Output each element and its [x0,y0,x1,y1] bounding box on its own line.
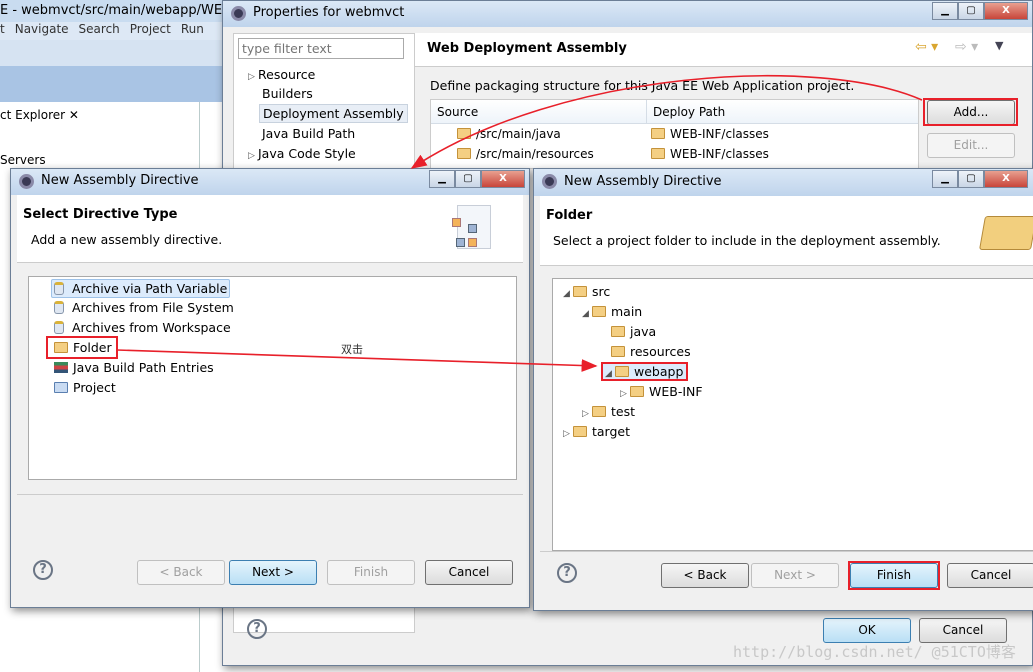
double-click-label: 双击 [341,343,363,356]
annotation-arrows [116,75,923,372]
arrow-add-to-directive [410,75,923,169]
